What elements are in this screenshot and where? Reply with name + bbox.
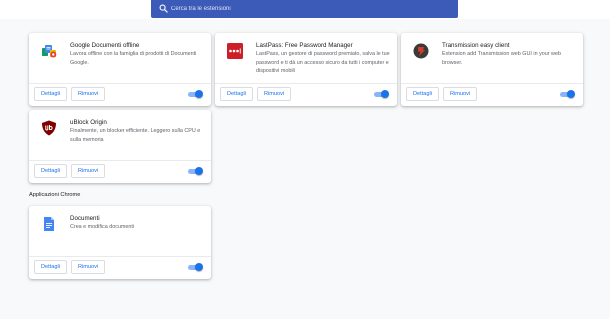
extension-card-ublock-origin: uBlock Origin Finalmente, un blocker eff…	[29, 110, 211, 183]
toggle-knob	[567, 90, 575, 98]
divider	[29, 160, 211, 161]
details-button[interactable]: Dettagli	[406, 87, 439, 101]
app-name: Documenti	[70, 215, 100, 222]
toggle-knob	[195, 263, 203, 271]
app-card-documenti: Documenti Crea e modifica documenti Dett…	[29, 206, 211, 279]
divider	[29, 83, 211, 84]
enable-toggle[interactable]	[187, 90, 203, 98]
search-bar[interactable]	[151, 0, 458, 18]
extension-name: uBlock Origin	[70, 119, 107, 126]
toggle-knob	[195, 90, 203, 98]
divider	[215, 83, 397, 84]
search-input[interactable]	[171, 3, 451, 15]
enable-toggle[interactable]	[187, 167, 203, 175]
ublock-origin-icon	[42, 120, 56, 136]
details-button[interactable]: Dettagli	[34, 87, 67, 101]
details-button[interactable]: Dettagli	[34, 260, 67, 274]
toolbar	[0, 0, 610, 19]
extension-description: Finalmente, un blocker efficiente. Legge…	[70, 128, 201, 143]
google-docs-offline-icon	[42, 45, 57, 58]
divider	[29, 256, 211, 257]
remove-button[interactable]: Rimuovi	[71, 87, 106, 101]
section-title-chrome-apps: Applicazioni Chrome	[29, 192, 81, 198]
google-docs-icon	[44, 217, 54, 231]
remove-button[interactable]: Rimuovi	[71, 164, 106, 178]
extension-description: LastPass, un gestore di password premiat…	[256, 51, 390, 74]
toggle-knob	[195, 167, 203, 175]
toggle-knob	[381, 90, 389, 98]
transmission-icon	[413, 43, 429, 59]
app-description: Crea e modifica documenti	[70, 224, 135, 230]
details-button[interactable]: Dettagli	[34, 164, 67, 178]
enable-toggle[interactable]	[187, 263, 203, 271]
extension-name: Transmission easy client	[442, 42, 510, 49]
enable-toggle[interactable]	[559, 90, 575, 98]
extension-card-lastpass: LastPass: Free Password Manager LastPass…	[215, 33, 397, 106]
lastpass-icon	[227, 43, 243, 59]
remove-button[interactable]: Rimuovi	[257, 87, 292, 101]
divider	[401, 83, 583, 84]
details-button[interactable]: Dettagli	[220, 87, 253, 101]
enable-toggle[interactable]	[373, 90, 389, 98]
extension-card-google-docs-offline: Google Documenti offline Lavora offline …	[29, 33, 211, 106]
remove-button[interactable]: Rimuovi	[443, 87, 478, 101]
extension-card-transmission: Transmission easy client Extension add T…	[401, 33, 583, 106]
search-icon	[159, 4, 168, 13]
extension-description: Lavora offline con la famiglia di prodot…	[70, 51, 197, 66]
remove-button[interactable]: Rimuovi	[71, 260, 106, 274]
extension-name: Google Documenti offline	[70, 42, 140, 49]
extension-description: Extension add Transmission web GUI in yo…	[442, 51, 561, 66]
extension-name: LastPass: Free Password Manager	[256, 42, 353, 49]
